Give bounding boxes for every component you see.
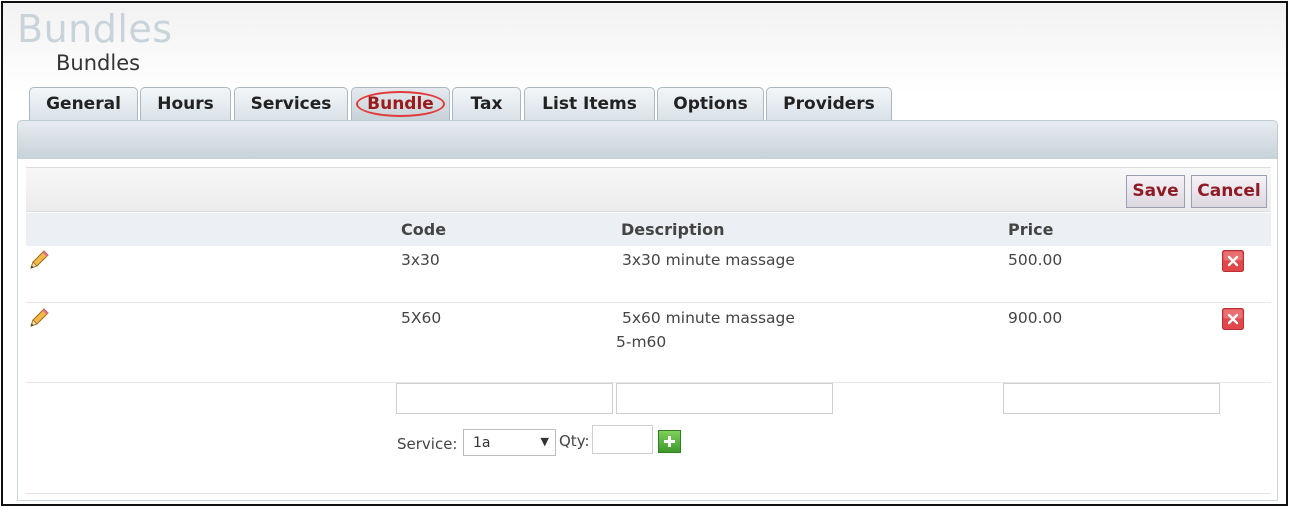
delete-x-icon[interactable] [1222, 250, 1244, 272]
save-button[interactable]: Save [1126, 175, 1185, 208]
cell-code: 3x30 [401, 251, 440, 269]
new-price-input[interactable] [1003, 383, 1220, 414]
delete-x-icon[interactable] [1222, 308, 1244, 330]
cell-code: 5X60 [401, 309, 442, 327]
tab-hours[interactable]: Hours [140, 87, 231, 120]
divider [26, 493, 1271, 494]
tab-services[interactable]: Services [234, 87, 348, 120]
table-row: 5X60 5x60 minute massage 5-m60 900.00 [26, 304, 1271, 383]
new-code-input[interactable] [396, 383, 613, 414]
tab-content-header [17, 120, 1278, 160]
service-label: Service: [397, 435, 458, 453]
tab-bundle[interactable]: Bundle [351, 87, 450, 120]
cancel-button[interactable]: Cancel [1191, 175, 1267, 208]
pencil-icon[interactable] [27, 306, 51, 330]
tab-providers[interactable]: Providers [766, 87, 892, 120]
cell-price: 500.00 [1008, 251, 1063, 269]
tab-general[interactable]: General [29, 87, 138, 120]
grid-header: Code Description Price [26, 213, 1271, 246]
qty-label: Qty: [559, 432, 590, 450]
cell-description: 5x60 minute massage [622, 309, 795, 327]
chevron-down-icon: ▼ [540, 435, 549, 448]
new-description-input[interactable] [616, 383, 833, 414]
app-title: Bundles [17, 7, 173, 51]
column-header-price[interactable]: Price [1008, 220, 1053, 239]
qty-input[interactable] [592, 425, 653, 454]
bundle-panel: Save Cancel Code Description Price 3x30 … [17, 159, 1278, 501]
service-select[interactable]: 1a ▼ [463, 429, 556, 456]
table-row: 3x30 3x30 minute massage 500.00 [26, 246, 1271, 303]
column-header-code[interactable]: Code [401, 220, 446, 239]
cell-price: 900.00 [1008, 309, 1063, 327]
tab-tax[interactable]: Tax [452, 87, 521, 120]
cell-description: 3x30 minute massage [622, 251, 795, 269]
tab-options[interactable]: Options [657, 87, 764, 120]
pencil-icon[interactable] [27, 248, 51, 272]
tab-list-items[interactable]: List Items [524, 87, 655, 120]
cell-description-sub: 5-m60 [616, 333, 667, 351]
plus-icon[interactable] [658, 430, 681, 453]
column-header-description[interactable]: Description [621, 220, 724, 239]
page-subtitle: Bundles [56, 51, 141, 75]
app-window: Bundles Bundles General Hours Services B… [1, 1, 1288, 506]
toolbar: Save Cancel [26, 167, 1271, 212]
